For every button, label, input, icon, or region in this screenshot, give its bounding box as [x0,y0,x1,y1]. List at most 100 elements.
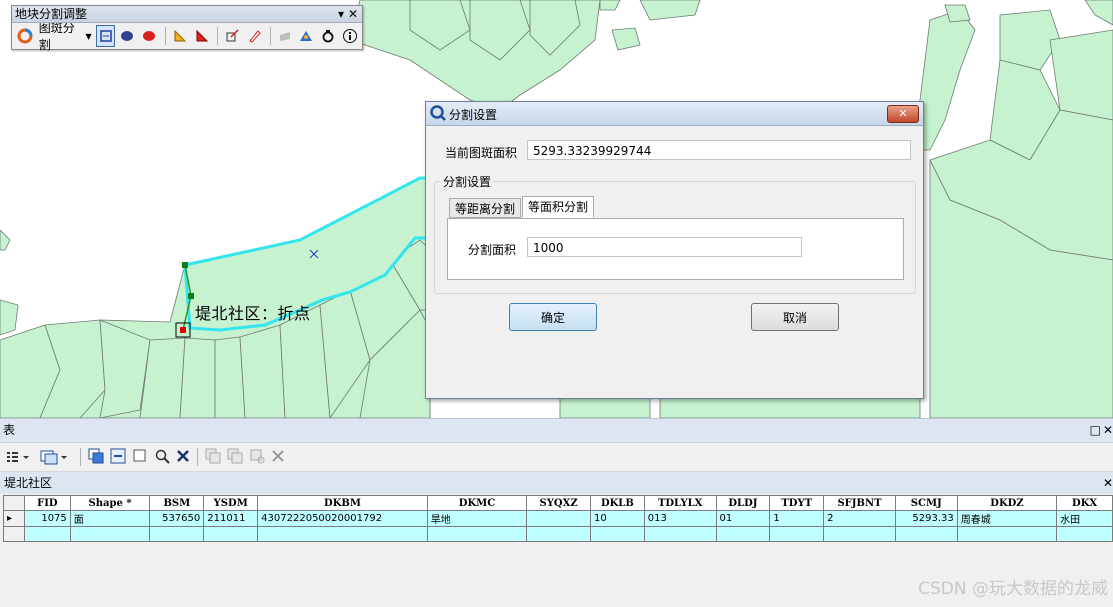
table-cell[interactable]: 面 [69,510,151,527]
table-cell[interactable] [589,526,645,542]
column-header[interactable]: TDLYLX [643,495,717,511]
cancel-button[interactable]: 取消 [751,303,839,331]
table-cell[interactable]: 013 [643,510,717,527]
tab-equal-area[interactable]: 等面积分割 [522,196,595,218]
column-header[interactable]: DLDJ [715,495,771,511]
column-header[interactable]: BSM [149,495,205,511]
related-tables-icon[interactable] [40,449,68,465]
toolbar-titlebar[interactable]: 地块分割调整 ▾ ✕ [12,6,362,23]
split-dropdown-label[interactable]: 图斑分割 [39,19,82,53]
table-cell[interactable] [526,510,591,527]
column-header[interactable]: DKLB [589,495,645,511]
triangle-red-icon[interactable] [192,25,212,47]
dialog-close-button[interactable]: ✕ [887,105,919,123]
table-cell[interactable] [426,526,528,542]
table-cell[interactable]: 211011 [203,510,259,527]
column-header[interactable]: Shape * [69,495,151,511]
split-settings-dialog[interactable]: 分割设置 ✕ 当前图斑面积 5293.33239929744 分割设置 等距离分… [425,101,924,399]
current-area-label: 当前图斑面积 [445,146,518,160]
table-cell[interactable] [823,526,896,542]
watermark: CSDN @玩大数据的龙威 [918,579,1108,599]
tab-equal-distance[interactable]: 等距离分割 [449,198,522,218]
current-area-field[interactable]: 5293.33239929744 [527,140,911,160]
disabled-tool-icon[interactable] [275,25,295,47]
column-header[interactable]: SFJBNT [823,495,896,511]
table-cell[interactable]: 水田 [1056,510,1113,527]
ring-icon[interactable] [318,25,338,47]
table-cell[interactable]: 01 [715,510,771,527]
table-cell[interactable] [203,526,259,542]
switch-selection-icon[interactable] [110,448,126,467]
layer-tab-label: 堤北社区 [4,476,53,490]
table-cell[interactable] [643,526,717,542]
table-cell[interactable] [715,526,771,542]
table-cell[interactable]: 周春城 [956,510,1058,527]
row-header-corner [3,495,25,511]
column-header[interactable]: SYQXZ [526,495,591,511]
column-header[interactable]: YSDM [203,495,259,511]
table-cell[interactable] [526,526,591,542]
column-header[interactable]: SCMJ [894,495,958,511]
select-parcel-icon[interactable] [95,25,116,47]
toolbar-divider [217,27,219,45]
row-selector-icon[interactable]: ▸ [3,510,25,527]
table-cell[interactable] [69,526,151,542]
column-header[interactable]: DKDZ [956,495,1058,511]
layer-tab[interactable]: 堤北社区 ✕ [0,472,1113,494]
table-cell[interactable]: 430722205002000179​2 [257,510,428,527]
attribute-table-window[interactable]: 表 □ ✕ 堤北社区 ✕ FID Shape * BSM YSDM DKBM D… [0,418,1113,607]
table-cell[interactable] [149,526,205,542]
table-cell[interactable]: 10 [589,510,645,527]
table-cell[interactable] [894,526,958,542]
table-options-icon[interactable] [6,450,30,464]
layer-tab-close-icon[interactable]: ✕ [1103,472,1113,494]
table-row-empty[interactable] [3,526,1113,542]
map-tool-icon[interactable] [297,25,317,47]
triangle-yellow-icon[interactable] [170,25,190,47]
split-area-input[interactable]: 1000 [527,237,802,257]
edit-pen-icon[interactable] [244,25,264,47]
column-header[interactable]: DKBM [257,495,428,511]
table-header-row: FID Shape * BSM YSDM DKBM DKMC SYQXZ DKL… [3,495,1113,511]
table-cell[interactable] [1056,526,1113,542]
parcel-split-toolbar[interactable]: 地块分割调整 ▾ ✕ 图斑分割 ▼ [11,5,363,53]
edit-vertex-icon[interactable] [222,25,242,47]
app-logo-icon [430,105,446,124]
flash-disabled-icon[interactable] [249,448,265,467]
paste-disabled-icon[interactable] [227,448,243,467]
table-window-titlebar[interactable]: 表 □ ✕ [0,419,1113,443]
table-cell[interactable] [956,526,1058,542]
copy-disabled-icon[interactable] [205,448,221,467]
table-cell[interactable] [257,526,428,542]
restore-icon[interactable]: □ [1090,419,1101,442]
table-close-icon[interactable]: ✕ [1103,419,1113,442]
row-selector[interactable] [3,526,25,542]
column-header[interactable]: DKMC [426,495,528,511]
table-cell[interactable]: 旱地 [426,510,528,527]
ok-button[interactable]: 确定 [509,303,597,331]
column-header[interactable]: FID [23,495,71,511]
dialog-titlebar[interactable]: 分割设置 ✕ [426,102,923,126]
table-cell[interactable]: 537650 [149,510,205,527]
column-header[interactable]: DKX [1056,495,1113,511]
table-cell[interactable] [769,526,825,542]
table-cell[interactable] [23,526,71,542]
toolbar-menu-icon[interactable]: ▾ [338,6,344,22]
table-row[interactable]: ▸ 1075 面 537650 211011 43072220500200017… [3,510,1113,527]
zoom-to-selected-icon[interactable] [154,448,170,467]
split-tool-icon[interactable] [15,25,35,47]
split-dropdown-arrow-icon[interactable]: ▼ [85,32,91,41]
table-cell[interactable]: 5293.33 [894,510,958,527]
table-cell[interactable]: 2 [823,510,896,527]
clear-selection-icon[interactable] [132,448,148,467]
table-cell[interactable]: 1075 [23,510,71,527]
column-header[interactable]: TDYT [769,495,825,511]
delete-selected-icon[interactable] [176,449,190,466]
table-cell[interactable]: 1 [769,510,825,527]
select-by-attributes-icon[interactable] [88,448,104,467]
polygon-blue-icon[interactable] [117,25,137,47]
info-icon[interactable] [340,25,360,47]
toolbar-close-icon[interactable]: ✕ [348,6,358,22]
polygon-red-icon[interactable] [139,25,159,47]
close-disabled-icon[interactable] [271,449,285,466]
